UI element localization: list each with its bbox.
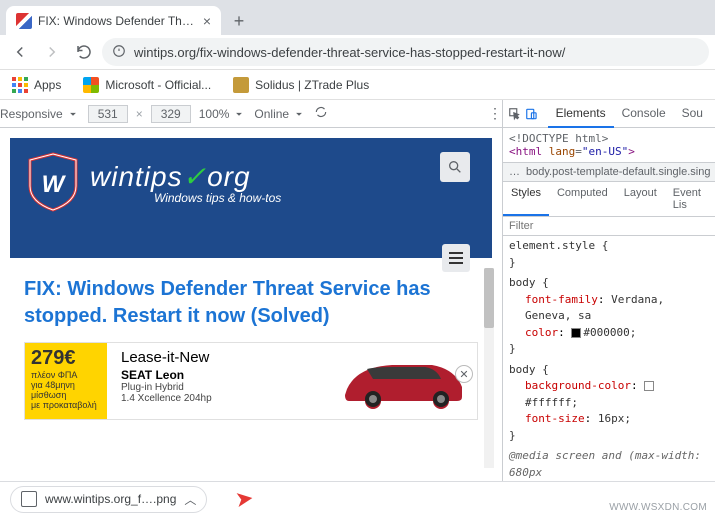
tab-styles[interactable]: Styles xyxy=(503,182,549,216)
microsoft-icon xyxy=(83,77,99,93)
scrollbar-thumb[interactable] xyxy=(484,268,494,328)
ad-banner[interactable]: 279€ πλέον ΦΠΑ για 48μηνη μίσθωση με προ… xyxy=(24,342,478,420)
height-input[interactable]: 329 xyxy=(151,105,191,123)
bookmarks-bar: Apps Microsoft - Official... Solidus | Z… xyxy=(0,70,715,100)
breadcrumb[interactable]: …body.post-template-default.single.sing xyxy=(503,163,715,182)
responsive-select[interactable]: Responsive xyxy=(0,107,80,121)
dom-tree[interactable]: <!DOCTYPE html> <html lang="en-US"> xyxy=(503,128,715,163)
ad-price-block: 279€ πλέον ΦΠΑ για 48μηνη μίσθωση με προ… xyxy=(25,343,107,419)
shield-logo-icon: W xyxy=(26,152,80,212)
ad-price: 279€ xyxy=(31,347,101,370)
nav-bar: wintips.org/fix-windows-defender-threat-… xyxy=(0,35,715,70)
tab-favicon xyxy=(16,13,32,29)
device-toolbar: Responsive 531 × 329 100% Online ⋮ xyxy=(0,100,502,128)
download-chip[interactable]: www.wintips.org_f….png ︿ xyxy=(10,486,207,513)
tagline: Windows tips & how-tos xyxy=(154,191,281,205)
devtools-panel: Elements Console Sou <!DOCTYPE html> <ht… xyxy=(503,100,715,481)
tab-console[interactable]: Console xyxy=(614,100,674,128)
scrollbar[interactable] xyxy=(484,268,494,468)
apps-icon xyxy=(12,77,28,93)
dom-doctype: <!DOCTYPE html> xyxy=(509,132,709,145)
tab-sources[interactable]: Sou xyxy=(674,100,711,128)
style-tabs: Styles Computed Layout Event Lis xyxy=(503,182,715,217)
check-icon: ✓ xyxy=(183,161,207,192)
search-icon xyxy=(447,159,463,175)
address-bar[interactable]: wintips.org/fix-windows-defender-threat-… xyxy=(102,38,709,66)
bookmark-solidus[interactable]: Solidus | ZTrade Plus xyxy=(227,73,375,97)
car-image xyxy=(337,349,467,411)
bookmark-label: Solidus | ZTrade Plus xyxy=(255,78,369,92)
throttle-select[interactable]: Online xyxy=(254,107,306,121)
menu-button[interactable] xyxy=(442,244,470,272)
dom-html: <html lang="en-US"> xyxy=(509,145,709,158)
chevron-down-icon xyxy=(292,107,306,121)
svg-text:W: W xyxy=(42,171,67,198)
tab-title: FIX: Windows Defender Threat Se xyxy=(38,14,197,28)
tab-computed[interactable]: Computed xyxy=(549,182,616,216)
lock-icon xyxy=(112,44,126,61)
dimension-separator: × xyxy=(136,107,143,121)
apps-button[interactable]: Apps xyxy=(6,73,67,97)
tab-layout[interactable]: Layout xyxy=(616,182,665,216)
reload-button[interactable] xyxy=(70,38,98,66)
rotate-icon[interactable] xyxy=(314,105,328,122)
chevron-down-icon xyxy=(66,107,80,121)
close-icon[interactable]: × xyxy=(203,13,211,29)
site-header: W wintips✓org Windows tips & how-tos xyxy=(10,138,492,258)
tab-strip: FIX: Windows Defender Threat Se × + xyxy=(0,0,715,35)
devtools-toolbar: Elements Console Sou xyxy=(503,100,715,128)
watermark: WWW.WSXDN.COM xyxy=(609,502,707,513)
apps-label: Apps xyxy=(34,78,61,92)
width-input[interactable]: 531 xyxy=(88,105,128,123)
rendered-page: W wintips✓org Windows tips & how-tos xyxy=(10,138,492,471)
tab-events[interactable]: Event Lis xyxy=(665,182,715,216)
chevron-up-icon[interactable]: ︿ xyxy=(184,491,196,508)
chevron-down-icon xyxy=(232,107,246,121)
article-title: FIX: Windows Defender Threat Service has… xyxy=(10,258,492,340)
back-button[interactable] xyxy=(6,38,34,66)
red-arrow-icon: ➤ xyxy=(234,485,256,513)
close-ad-button[interactable]: ✕ xyxy=(455,365,473,383)
inspect-icon[interactable] xyxy=(507,103,522,125)
solidus-icon xyxy=(233,77,249,93)
tab-elements[interactable]: Elements xyxy=(548,100,614,128)
new-tab-button[interactable]: + xyxy=(225,7,253,35)
url-text: wintips.org/fix-windows-defender-threat-… xyxy=(134,45,565,60)
search-button[interactable] xyxy=(440,152,470,182)
device-toggle-icon[interactable] xyxy=(524,103,539,125)
bookmark-microsoft[interactable]: Microsoft - Official... xyxy=(77,73,217,97)
styles-pane[interactable]: element.style { } body { font-family: Ve… xyxy=(503,236,715,481)
file-icon xyxy=(21,491,37,507)
bookmark-label: Microsoft - Official... xyxy=(105,78,211,92)
download-bar: www.wintips.org_f….png ︿ ➤ WWW.WSXDN.COM xyxy=(0,481,715,516)
browser-tab[interactable]: FIX: Windows Defender Threat Se × xyxy=(6,6,221,35)
hamburger-icon xyxy=(449,252,463,254)
download-filename: www.wintips.org_f….png xyxy=(45,492,176,506)
more-icon[interactable]: ⋮ xyxy=(488,105,502,122)
forward-button[interactable] xyxy=(38,38,66,66)
ad-copy: Lease-it-New SEAT Leon Plug-in Hybrid 1.… xyxy=(107,343,477,419)
zoom-select[interactable]: 100% xyxy=(199,107,247,121)
styles-filter-input[interactable] xyxy=(503,217,715,236)
logo-text: wintips✓org xyxy=(90,160,281,193)
